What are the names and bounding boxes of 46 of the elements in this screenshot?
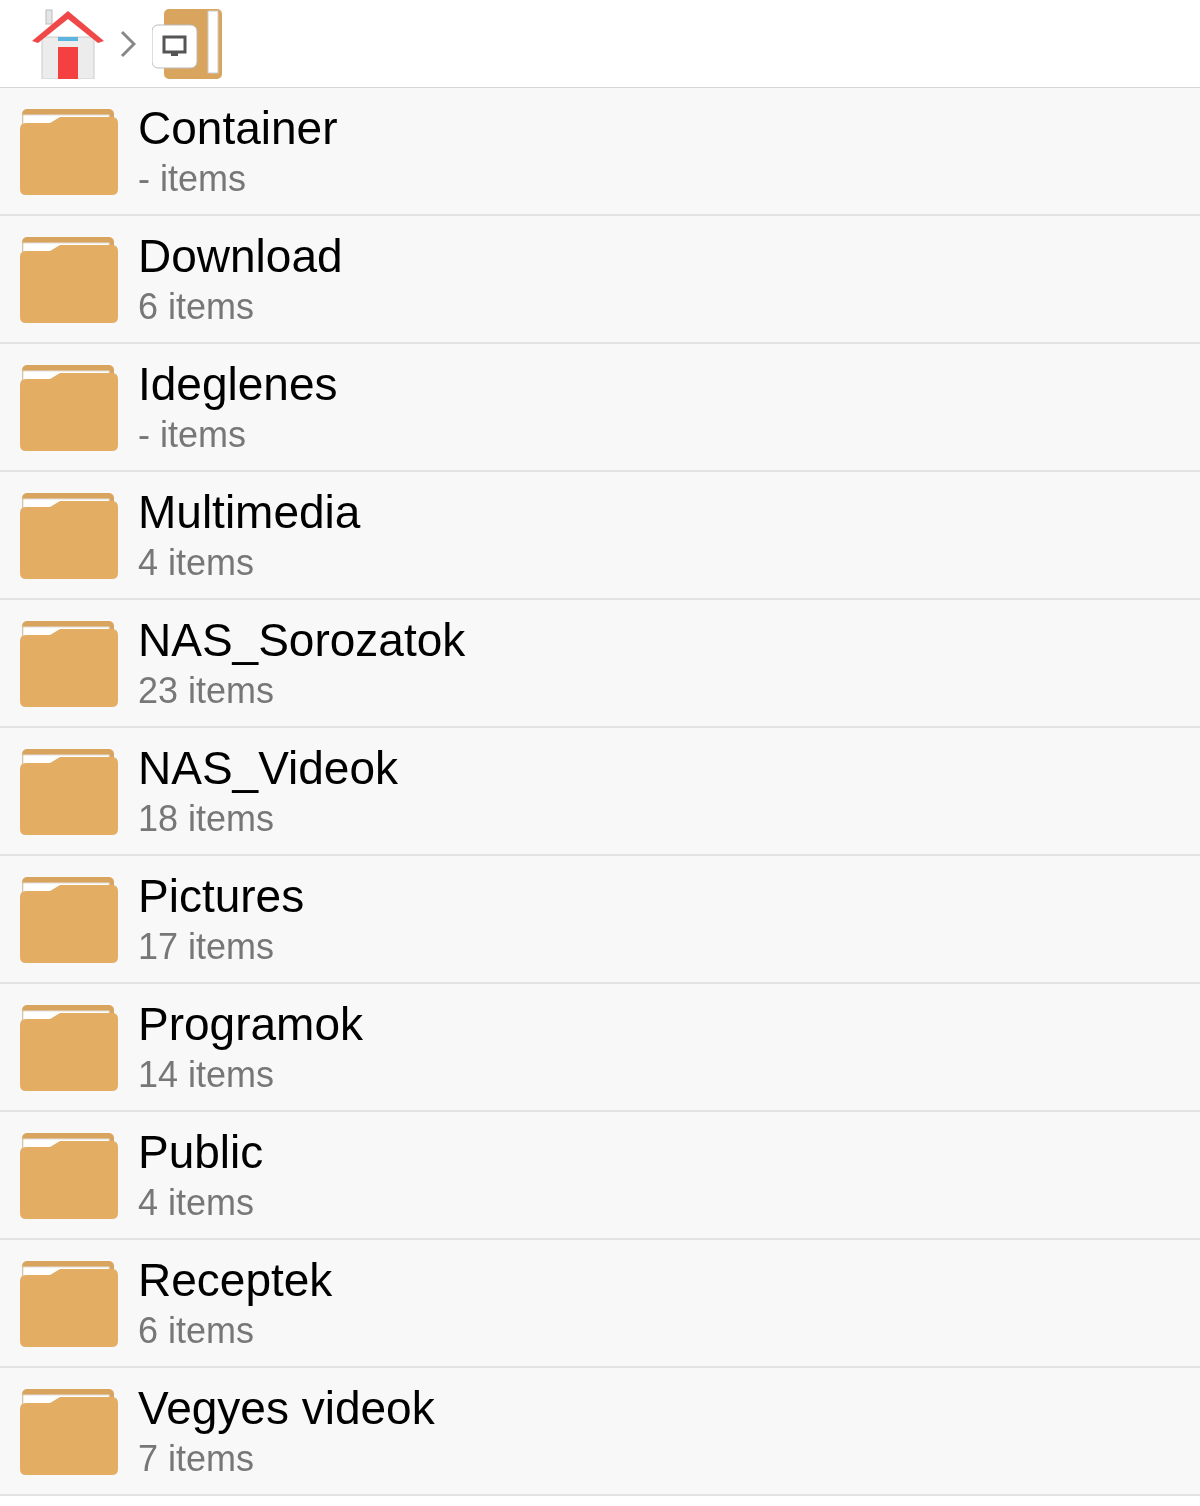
folder-icon <box>20 235 118 323</box>
item-count: - items <box>138 413 247 457</box>
folder-row[interactable]: Pictures 17 items <box>0 856 1200 984</box>
folder-icon <box>20 107 118 195</box>
folder-name: Download <box>138 229 343 284</box>
folder-icon <box>20 1259 118 1347</box>
folder-row[interactable]: Ideglenes - items <box>0 344 1200 472</box>
item-count: 6 items <box>138 285 256 329</box>
item-count: - items <box>138 157 247 201</box>
item-count: 17 items <box>138 925 276 969</box>
chevron-right-icon <box>120 29 136 58</box>
folder-icon <box>20 491 118 579</box>
home-icon[interactable] <box>32 8 104 79</box>
folder-row[interactable]: NAS_Sorozatok 23 items <box>0 600 1200 728</box>
item-count: 4 items <box>138 1181 256 1225</box>
folder-name: Pictures <box>138 869 305 924</box>
folder-name: Ideglenes <box>138 357 338 412</box>
folder-name: Multimedia <box>138 485 361 540</box>
folder-row[interactable]: Download 6 items <box>0 216 1200 344</box>
folder-icon <box>20 1131 118 1219</box>
folder-name: Receptek <box>138 1253 333 1308</box>
item-count: 7 items <box>138 1437 256 1481</box>
folder-row[interactable]: NAS_Videok 18 items <box>0 728 1200 856</box>
folder-icon <box>20 747 118 835</box>
folder-name: Vegyes videok <box>138 1381 435 1436</box>
item-count: 4 items <box>138 541 256 585</box>
folder-icon <box>20 363 118 451</box>
folder-row[interactable]: Public 4 items <box>0 1112 1200 1240</box>
folder-icon <box>20 619 118 707</box>
folder-row[interactable]: Multimedia 4 items <box>0 472 1200 600</box>
folder-name: NAS_Sorozatok <box>138 613 466 668</box>
folder-name: NAS_Videok <box>138 741 398 796</box>
folder-name: Programok <box>138 997 363 1052</box>
folder-icon <box>20 875 118 963</box>
item-count: 6 items <box>138 1309 256 1353</box>
folder-row[interactable]: Vegyes videok 7 items <box>0 1368 1200 1496</box>
folder-icon <box>20 1387 118 1475</box>
folder-row[interactable]: Receptek 6 items <box>0 1240 1200 1368</box>
item-count: 14 items <box>138 1053 276 1097</box>
folder-row[interactable]: Container - items <box>0 88 1200 216</box>
folder-icon <box>20 1003 118 1091</box>
folder-name: Public <box>138 1125 264 1180</box>
folder-row[interactable]: Programok 14 items <box>0 984 1200 1112</box>
item-count: 23 items <box>138 669 276 713</box>
folder-name: Container <box>138 101 338 156</box>
item-count: 18 items <box>138 797 276 841</box>
